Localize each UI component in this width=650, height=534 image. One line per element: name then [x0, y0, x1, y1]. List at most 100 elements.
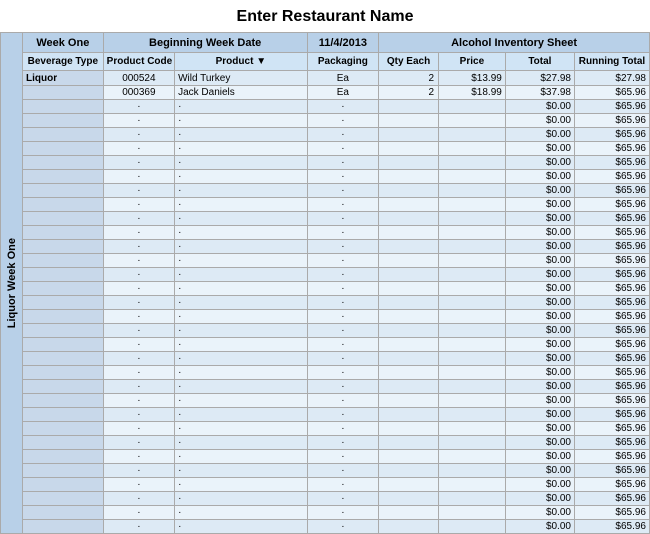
running-total-cell: $65.96 [574, 198, 649, 212]
total-cell: $0.00 [505, 394, 574, 408]
product-code-cell: · [103, 254, 174, 268]
product-code-cell: · [103, 156, 174, 170]
table-row: ···$0.00$65.96 [23, 506, 650, 520]
table-row: ···$0.00$65.96 [23, 282, 650, 296]
product-code-cell: · [103, 128, 174, 142]
product-name-cell: · [175, 226, 308, 240]
bev-type-cell [23, 310, 104, 324]
running-total-cell: $65.96 [574, 212, 649, 226]
packaging-cell: · [307, 128, 378, 142]
product-name-cell: · [175, 156, 308, 170]
running-total-cell: $65.96 [574, 226, 649, 240]
running-total-cell: $65.96 [574, 128, 649, 142]
table-row: ···$0.00$65.96 [23, 450, 650, 464]
qty-cell [379, 492, 439, 506]
bev-type-cell [23, 380, 104, 394]
table-row: ···$0.00$65.96 [23, 352, 650, 366]
table-row: ···$0.00$65.96 [23, 422, 650, 436]
bev-type-cell [23, 198, 104, 212]
total-cell: $0.00 [505, 310, 574, 324]
price-cell [439, 394, 506, 408]
price-cell [439, 520, 506, 534]
packaging-cell: · [307, 226, 378, 240]
qty-cell [379, 128, 439, 142]
bev-type-cell [23, 170, 104, 184]
product-name-cell: · [175, 324, 308, 338]
week-one-header: Week One [23, 33, 104, 53]
product-code-cell: · [103, 352, 174, 366]
total-cell: $0.00 [505, 198, 574, 212]
product-code-cell: 000369 [103, 86, 174, 100]
qty-cell: 2 [379, 86, 439, 100]
product-name-cell: · [175, 198, 308, 212]
total-cell: $0.00 [505, 114, 574, 128]
running-total-cell: $65.96 [574, 282, 649, 296]
product-code-cell: · [103, 100, 174, 114]
price-cell [439, 254, 506, 268]
product-name-cell: · [175, 128, 308, 142]
product-name-cell: · [175, 450, 308, 464]
bev-type-cell [23, 296, 104, 310]
product-name-cell: · [175, 408, 308, 422]
running-total-cell: $65.96 [574, 100, 649, 114]
bev-type-cell [23, 282, 104, 296]
bev-type-cell [23, 226, 104, 240]
bev-type-cell [23, 436, 104, 450]
running-total-cell: $65.96 [574, 86, 649, 100]
table-row: ···$0.00$65.96 [23, 254, 650, 268]
product-name-cell: · [175, 310, 308, 324]
product-code-cell: · [103, 436, 174, 450]
table-row: ···$0.00$65.96 [23, 436, 650, 450]
table-row: ···$0.00$65.96 [23, 492, 650, 506]
bev-type-cell [23, 478, 104, 492]
packaging-cell: · [307, 492, 378, 506]
qty-cell [379, 282, 439, 296]
packaging-cell: · [307, 324, 378, 338]
price-cell [439, 506, 506, 520]
table-row: ···$0.00$65.96 [23, 408, 650, 422]
total-cell: $0.00 [505, 170, 574, 184]
price-cell [439, 296, 506, 310]
running-total-cell: $65.96 [574, 492, 649, 506]
bev-type-cell [23, 86, 104, 100]
product-code-cell: · [103, 450, 174, 464]
bev-type-cell [23, 506, 104, 520]
price-cell [439, 380, 506, 394]
product-code-cell: 000524 [103, 71, 174, 86]
product-code-cell: · [103, 520, 174, 534]
total-cell: $0.00 [505, 422, 574, 436]
price-cell [439, 170, 506, 184]
bev-type-cell [23, 156, 104, 170]
product-name-cell: · [175, 282, 308, 296]
table-row: ···$0.00$65.96 [23, 198, 650, 212]
packaging-cell: Ea [307, 86, 378, 100]
qty-cell [379, 156, 439, 170]
table-row: ···$0.00$65.96 [23, 380, 650, 394]
packaging-cell: · [307, 422, 378, 436]
qty-cell [379, 324, 439, 338]
packaging-cell: · [307, 198, 378, 212]
packaging-cell: · [307, 436, 378, 450]
qty-cell: 2 [379, 71, 439, 86]
price-cell [439, 408, 506, 422]
running-total-cell: $65.96 [574, 464, 649, 478]
qty-cell [379, 366, 439, 380]
price-cell [439, 464, 506, 478]
sheet-label-header: Alcohol Inventory Sheet [379, 33, 650, 53]
qty-cell [379, 184, 439, 198]
product-name-cell: · [175, 142, 308, 156]
table-row: ···$0.00$65.96 [23, 128, 650, 142]
product-code-cell: · [103, 324, 174, 338]
product-code-cell: · [103, 506, 174, 520]
table-row: ···$0.00$65.96 [23, 478, 650, 492]
qty-cell [379, 170, 439, 184]
product-code-cell: · [103, 478, 174, 492]
running-total-cell: $65.96 [574, 338, 649, 352]
product-code-cell: · [103, 310, 174, 324]
product-code-cell: · [103, 408, 174, 422]
product-code-cell: · [103, 198, 174, 212]
table-row: ···$0.00$65.96 [23, 338, 650, 352]
packaging-cell: · [307, 310, 378, 324]
product-name-cell: · [175, 436, 308, 450]
running-total-cell: $65.96 [574, 394, 649, 408]
